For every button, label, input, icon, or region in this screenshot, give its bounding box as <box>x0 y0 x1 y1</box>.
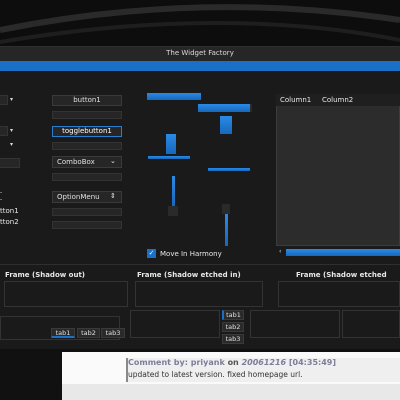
desktop-background <box>0 0 400 50</box>
column2-header[interactable]: Column2 <box>322 96 353 104</box>
tree-hscrollbar[interactable] <box>286 249 400 256</box>
frame-shadow-out-label: Frame (Shadow out) <box>5 271 85 279</box>
entry-partial-3[interactable] <box>0 158 20 168</box>
comment-author[interactable]: priyank <box>191 358 225 367</box>
menubar <box>0 61 400 71</box>
frame-etched-in <box>135 281 263 307</box>
entry-partial-2[interactable] <box>0 126 8 136</box>
frame-etched-out-label: Frame (Shadow etched <box>296 271 387 279</box>
spin-arrow-icon[interactable]: ▾ <box>10 97 18 103</box>
notebook-middle-panel <box>130 310 220 338</box>
comment-time: [04:35:49] <box>288 358 336 367</box>
scale-fill-h2 <box>208 168 250 171</box>
frame-shadow-out <box>4 281 128 307</box>
combobox-label: ComboBox <box>57 158 95 166</box>
progress-bar-horizontal-1 <box>147 93 201 100</box>
entry-field-4[interactable] <box>52 208 122 216</box>
entry-field-2[interactable] <box>52 142 122 150</box>
scale-fill-h <box>148 156 190 159</box>
entry-partial[interactable] <box>0 95 8 105</box>
spin-arrow-icon[interactable]: ▾ <box>10 128 18 134</box>
optionmenu-label: OptionMenu <box>57 193 100 201</box>
updown-icon[interactable]: ⇕ <box>110 192 116 200</box>
comment-header: Comment by: priyank on 20061216 [04:35:4… <box>128 358 336 367</box>
comment-text: updated to latest version. fixed homepag… <box>128 370 303 379</box>
scale-fill-v2 <box>225 214 228 246</box>
scale-fill-v <box>172 176 175 206</box>
progress-bar-vertical-1 <box>166 134 176 154</box>
comment-on: on <box>227 358 239 367</box>
tab-side-3[interactable]: tab3 <box>222 334 244 344</box>
spin-button-icon[interactable]: ‑ ‑ <box>0 189 2 203</box>
move-in-harmony-label: Move In Harmony <box>160 250 222 258</box>
tab-side-2[interactable]: tab2 <box>222 322 244 332</box>
togglebutton1[interactable]: togglebutton1 <box>52 126 122 137</box>
tab-side-1[interactable]: tab1 <box>222 310 244 320</box>
frame-etched-in-label: Frame (Shadow etched in) <box>137 271 241 279</box>
chevron-down-icon[interactable]: ⌄ <box>110 157 116 165</box>
button1[interactable]: button1 <box>52 95 122 106</box>
tab-bottom-2[interactable]: tab2 <box>77 328 100 338</box>
radio-button-1-label[interactable]: tton1 <box>0 207 19 215</box>
check-icon[interactable]: ✓ <box>147 249 156 258</box>
entry-field-3[interactable] <box>52 173 122 181</box>
scale-trough-v[interactable] <box>168 206 178 216</box>
tab-bottom-3[interactable]: tab3 <box>101 328 125 338</box>
spin-arrow-icon[interactable]: ▾ <box>10 141 18 149</box>
frame-etched-out <box>278 281 400 307</box>
scale-slider-handle-1[interactable] <box>220 116 232 134</box>
radio-button-2-label[interactable]: tton2 <box>0 218 19 226</box>
progress-bar-horizontal-2 <box>198 104 250 112</box>
background-page-footer <box>62 384 400 400</box>
scroll-left-icon[interactable]: ‹ <box>279 248 281 255</box>
window-title: The Widget Factory <box>166 49 234 57</box>
comment-date: 20061216 <box>241 358 287 367</box>
notebook-right-panel <box>250 310 340 338</box>
frame-separator <box>0 264 400 265</box>
comment-prefix: Comment by: <box>128 358 188 367</box>
tree-view[interactable] <box>276 94 400 246</box>
notebook-right-panel-2 <box>342 310 400 338</box>
scale-trough-v2[interactable] <box>222 204 230 214</box>
entry-field[interactable] <box>52 111 122 119</box>
tab-bottom-1[interactable]: tab1 <box>51 328 75 338</box>
column1-header[interactable]: Column1 <box>280 96 311 104</box>
entry-field-5[interactable] <box>52 221 122 229</box>
